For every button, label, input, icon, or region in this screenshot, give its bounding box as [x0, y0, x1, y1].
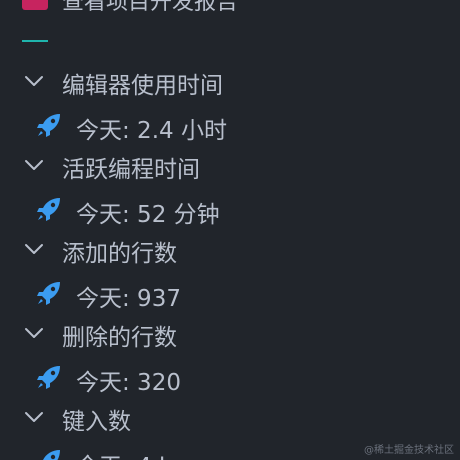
item-value: 今天: 2.4 小时 — [76, 118, 227, 144]
rocket-icon — [36, 364, 62, 390]
tree-section[interactable]: 删除的行数 — [0, 314, 460, 356]
tree-item[interactable]: 今天: 320 — [0, 356, 460, 398]
tree-section[interactable]: 编辑器使用时间 — [0, 62, 460, 104]
chevron-down-icon[interactable] — [24, 410, 44, 424]
tree-section[interactable]: 添加的行数 — [0, 230, 460, 272]
item-value: 今天: 52 分钟 — [76, 202, 220, 228]
item-value: 今天: 937 — [76, 286, 181, 312]
tree-item[interactable]: 今天: 937 — [0, 272, 460, 314]
stats-tree: 编辑器使用时间 今天: 2.4 小时 活跃编程时间 今天: 52 分钟 添加的行… — [0, 62, 460, 460]
rocket-icon — [36, 112, 62, 138]
section-label: 删除的行数 — [62, 325, 177, 351]
chevron-down-icon[interactable] — [24, 158, 44, 172]
report-header[interactable]: 查看项目开发报告 — [22, 0, 238, 15]
watermark: @稀土掘金技术社区 — [364, 445, 454, 456]
report-title: 查看项目开发报告 — [62, 0, 239, 15]
rocket-icon — [36, 448, 62, 460]
section-label: 编辑器使用时间 — [62, 73, 223, 99]
tree-section[interactable]: 活跃编程时间 — [0, 146, 460, 188]
tree-item[interactable]: 今天: 2.4 小时 — [0, 104, 460, 146]
item-value: 今天: 320 — [76, 370, 181, 396]
chevron-down-icon[interactable] — [24, 326, 44, 340]
chevron-down-icon[interactable] — [24, 242, 44, 256]
section-label: 添加的行数 — [62, 241, 177, 267]
section-label: 键入数 — [62, 409, 131, 435]
accent-divider — [22, 40, 48, 42]
section-label: 活跃编程时间 — [62, 157, 200, 183]
item-value: 今天: 4 k — [76, 447, 172, 460]
tree-item[interactable]: 今天: 52 分钟 — [0, 188, 460, 230]
chevron-down-icon[interactable] — [24, 74, 44, 88]
tree-section[interactable]: 键入数 — [0, 398, 460, 440]
rocket-icon — [36, 196, 62, 222]
rocket-icon — [36, 280, 62, 306]
report-badge-icon — [22, 0, 48, 10]
